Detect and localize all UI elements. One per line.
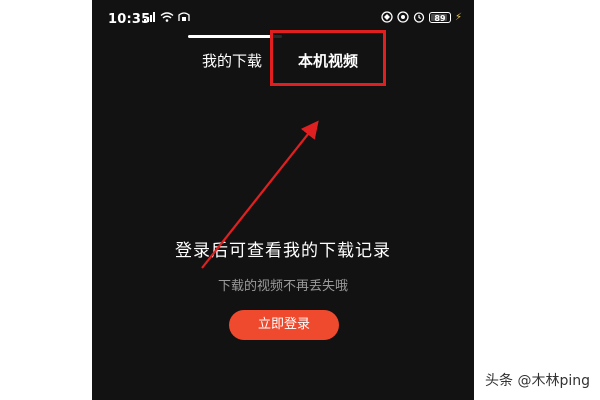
battery-indicator: 89	[428, 11, 451, 23]
tab-progress-bar	[188, 35, 282, 38]
vpn-icon	[381, 11, 393, 23]
signal-icon	[144, 12, 155, 22]
charging-icon: ⚡	[454, 11, 462, 23]
highlight-box	[270, 30, 386, 86]
wifi-icon	[160, 12, 174, 22]
login-now-button[interactable]: 立即登录	[229, 310, 339, 340]
alarm-icon	[413, 12, 425, 23]
screenshot-stage: 10:35 89 ⚡ 我的下载 本机视频 登录后可查看我的下载记录 下载的视频不…	[0, 0, 600, 400]
battery-level: 89	[434, 13, 446, 23]
watermark: 头条 @木林ping	[485, 373, 590, 389]
status-bar: 10:35 89 ⚡	[92, 0, 474, 34]
hd-icon	[178, 12, 190, 21]
phone-screen: 10:35 89 ⚡ 我的下载 本机视频 登录后可查看我的下载记录 下载的视频不…	[92, 0, 474, 400]
tab-my-downloads[interactable]: 我的下载	[202, 50, 262, 71]
login-prompt-subtitle: 下载的视频不再丢失哦	[217, 279, 348, 294]
location-icon	[397, 11, 409, 23]
login-prompt-title: 登录后可查看我的下载记录	[175, 241, 391, 261]
status-left-icons	[144, 12, 190, 22]
status-right-icons: 89 ⚡	[381, 11, 462, 23]
tab-progress-fill	[188, 35, 273, 38]
